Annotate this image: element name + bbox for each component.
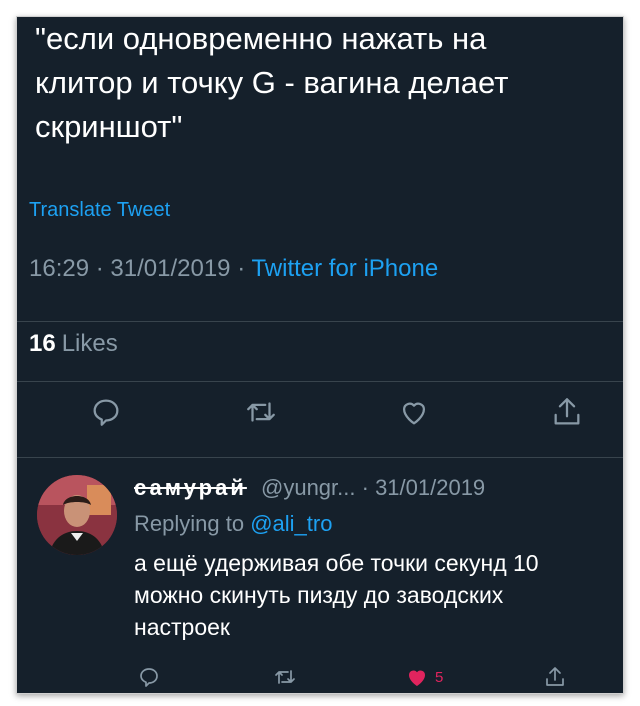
avatar-image: [37, 475, 117, 555]
avatar[interactable]: [37, 475, 117, 555]
reply-text: а ещё удерживая обе точки секунд 10 можн…: [134, 550, 539, 640]
tweet-date: 31/01/2019: [110, 255, 231, 282]
meta-dot: ·: [237, 255, 246, 282]
reply-retweet-button[interactable]: [273, 665, 297, 689]
share-icon: [546, 667, 564, 686]
divider: [17, 381, 623, 382]
likes-link[interactable]: 16 Likes: [29, 330, 118, 358]
likes-count: 16: [29, 330, 56, 357]
reply-date: · 31/01/2019: [361, 475, 486, 500]
retweet-icon: [275, 670, 295, 684]
reply-actions: [17, 665, 623, 693]
reply-reply-button[interactable]: [137, 665, 161, 689]
reply-button[interactable]: [89, 395, 123, 429]
tweet-detail-screen: "если одновременно нажать на клитор и то…: [16, 16, 624, 694]
reply-share-button[interactable]: [543, 665, 567, 689]
reply-header: самурай @yungr... · 31/01/2019: [134, 475, 485, 501]
retweet-button[interactable]: [244, 395, 278, 429]
like-filled-icon: [409, 670, 425, 686]
replying-to: Replying to @ali_tro: [134, 511, 332, 537]
tweet-source[interactable]: Twitter for iPhone: [251, 255, 438, 282]
share-button[interactable]: [550, 395, 584, 429]
divider: [17, 457, 623, 458]
share-icon: [554, 398, 580, 425]
translate-tweet-link[interactable]: Translate Tweet: [29, 199, 170, 222]
reply-like-count: 5: [435, 669, 444, 686]
replying-mention-link[interactable]: @ali_tro: [250, 511, 332, 536]
tweet-text: "если одновременно нажать на клитор и то…: [35, 21, 509, 144]
reply-icon: [93, 399, 119, 426]
reply-like-button[interactable]: [405, 665, 429, 689]
tweet-meta: 16:29 · 31/01/2019 · Twitter for iPhone: [29, 255, 438, 283]
likes-label: Likes: [61, 330, 118, 357]
reply-icon: [140, 668, 158, 687]
retweet-icon: [247, 402, 275, 422]
tweet-time: 16:29: [29, 255, 90, 282]
tweet-actions: [17, 395, 623, 435]
divider: [17, 321, 623, 322]
reply-handle[interactable]: @yungr...: [261, 475, 356, 500]
like-button[interactable]: [397, 395, 431, 429]
like-icon: [402, 402, 426, 425]
replying-prefix: Replying to: [134, 511, 245, 536]
reply-display-name[interactable]: самурай: [134, 475, 247, 500]
meta-dot: ·: [95, 255, 104, 282]
